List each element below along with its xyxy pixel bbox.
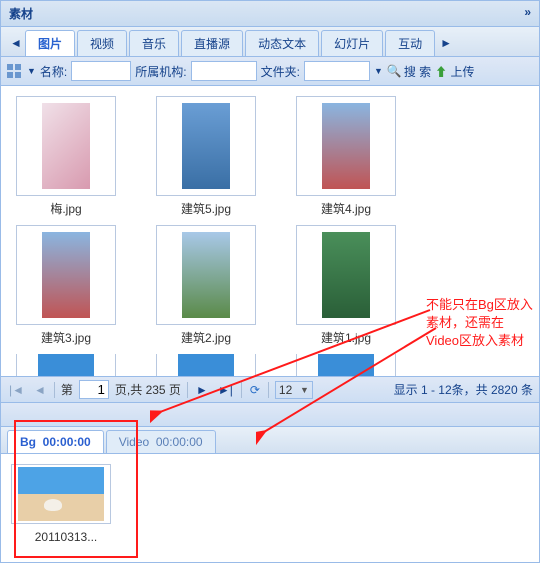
name-input[interactable] (71, 61, 131, 81)
thumb-item[interactable]: 建筑5.jpg (151, 96, 261, 217)
thumb-item[interactable]: 建筑3.jpg (11, 225, 121, 346)
page-size-select[interactable]: 12 ▼ (275, 381, 313, 399)
panel-title: 素材 (9, 7, 33, 21)
timeline-tabs: Bg 00:00:00 Video 00:00:00 (1, 427, 539, 454)
page-suffix: 页,共 235 页 (115, 381, 181, 398)
spacer-bar (0, 403, 540, 427)
thumb-caption: 建筑3.jpg (11, 329, 121, 346)
folder-label: 文件夹: (261, 63, 300, 80)
org-label: 所属机构: (135, 63, 186, 80)
thumb-caption: 建筑5.jpg (151, 200, 261, 217)
first-page-icon[interactable]: |◄ (7, 383, 26, 397)
timeline-tab-video[interactable]: Video 00:00:00 (106, 430, 216, 453)
thumb-image (156, 225, 256, 325)
clip-item[interactable]: 20110313... (11, 464, 121, 544)
dropdown-icon: ▼ (300, 385, 309, 395)
next-page-icon[interactable]: ► (194, 383, 210, 397)
thumb-item[interactable]: 建筑4.jpg (291, 96, 401, 217)
thumb-item[interactable]: 梅.jpg (11, 96, 121, 217)
tab-interactive[interactable]: 互动 (385, 30, 435, 56)
tab-music[interactable]: 音乐 (129, 30, 179, 56)
org-input[interactable] (191, 61, 257, 81)
page-input[interactable] (79, 380, 109, 399)
clip-thumb (11, 464, 111, 524)
search-icon: 🔍 (387, 64, 402, 78)
upload-button[interactable]: ⬆ 上传 (435, 63, 474, 80)
thumb-caption: 建筑2.jpg (151, 329, 261, 346)
thumb-image (156, 96, 256, 196)
timeline-panel: Bg 00:00:00 Video 00:00:00 20110313... (0, 427, 540, 563)
timeline-content[interactable]: 20110313... (1, 454, 539, 562)
tab-scroll-right-icon[interactable]: ► (437, 30, 455, 56)
folder-dropdown-icon[interactable]: ▼ (374, 66, 383, 76)
refresh-icon[interactable]: ⟳ (248, 383, 262, 397)
prev-page-icon[interactable]: ◄ (32, 383, 48, 397)
thumb-image (296, 96, 396, 196)
tab-live[interactable]: 直播源 (181, 30, 243, 56)
pager-info: 显示 1 - 12条，共 2820 条 (394, 381, 533, 398)
annotation-text: 不能只在Bg区放入素材，还需在Video区放入素材 (426, 296, 534, 351)
last-page-icon[interactable]: ►| (216, 383, 235, 397)
tab-scroll-left-icon[interactable]: ◄ (7, 30, 25, 56)
collapse-icon[interactable]: » (524, 5, 531, 19)
tab-dynamic-text[interactable]: 动态文本 (245, 30, 319, 56)
thumb-item[interactable]: 建筑1.jpg (291, 225, 401, 346)
thumb-image (296, 225, 396, 325)
clip-caption: 20110313... (11, 530, 121, 544)
folder-input[interactable] (304, 61, 370, 81)
thumb-caption: 梅.jpg (11, 200, 121, 217)
view-mode-dropdown-icon[interactable]: ▼ (27, 66, 36, 76)
upload-icon: ⬆ (435, 65, 447, 79)
pager-toolbar: |◄ ◄ 第 页,共 235 页 ► ►| ⟳ 12 ▼ 显示 1 - 12条，… (1, 376, 539, 402)
thumb-image (16, 225, 116, 325)
name-label: 名称: (40, 63, 67, 80)
page-prefix: 第 (61, 381, 73, 398)
thumb-image (16, 96, 116, 196)
timeline-tab-bg[interactable]: Bg 00:00:00 (7, 430, 104, 453)
thumb-caption: 建筑1.jpg (291, 329, 401, 346)
tab-slideshow[interactable]: 幻灯片 (321, 30, 383, 56)
panel-header: 素材 » (1, 1, 539, 27)
thumb-caption: 建筑4.jpg (291, 200, 401, 217)
tab-video[interactable]: 视频 (77, 30, 127, 56)
thumb-item[interactable]: 建筑2.jpg (151, 225, 261, 346)
tab-strip: ◄ 图片 视频 音乐 直播源 动态文本 幻灯片 互动 ► (1, 27, 539, 57)
filter-toolbar: ▼ 名称: 所属机构: 文件夹: ▼ 🔍 搜 索 ⬆ 上传 (1, 57, 539, 86)
search-button[interactable]: 🔍 搜 索 (387, 63, 431, 80)
tab-images[interactable]: 图片 (25, 30, 75, 56)
view-mode-icon[interactable] (7, 64, 23, 78)
